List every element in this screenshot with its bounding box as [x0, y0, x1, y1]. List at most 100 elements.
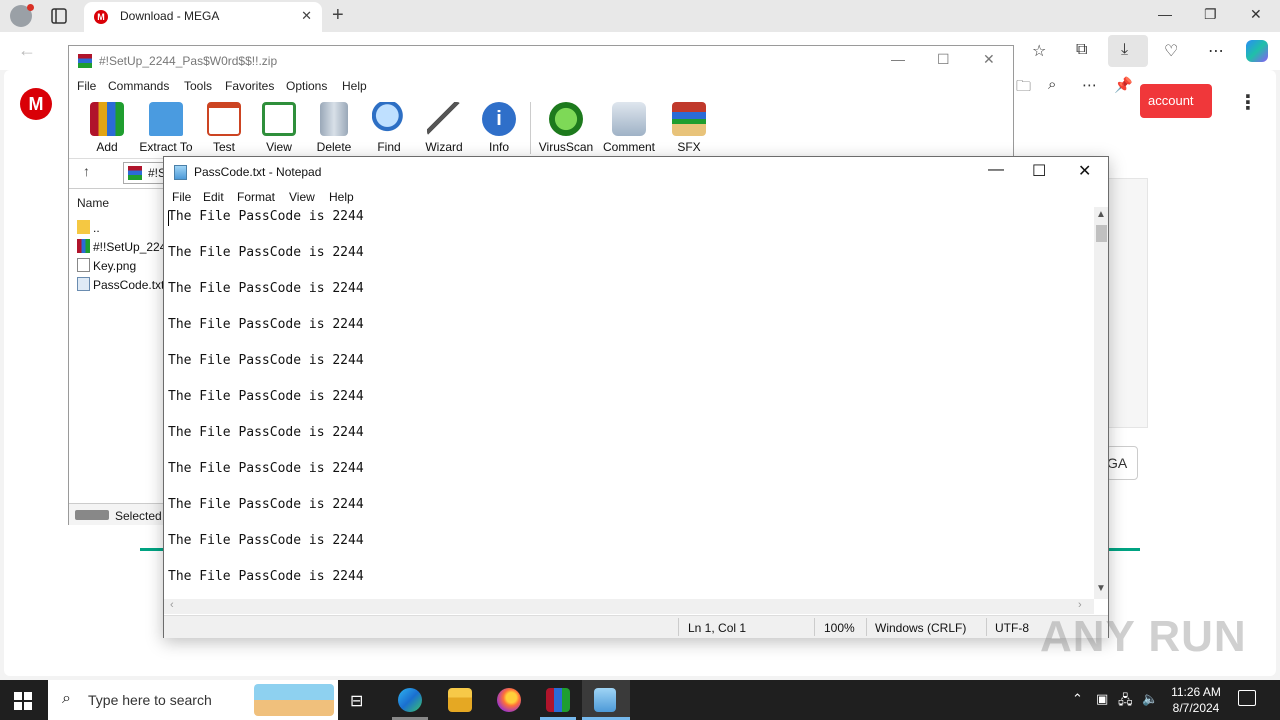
- kebab-menu-icon[interactable]: ⋮: [1238, 90, 1258, 115]
- virusscan-bug-icon: [549, 102, 583, 136]
- notepad-maximize-icon[interactable]: ☐: [1032, 161, 1046, 181]
- info-button[interactable]: i Info: [469, 102, 529, 154]
- windows-start-icon[interactable]: [14, 692, 32, 710]
- text-line: The File PassCode is 2244: [168, 497, 364, 512]
- tab-close-icon[interactable]: ✕: [301, 8, 312, 24]
- find-label: Find: [377, 140, 401, 154]
- meet-now-icon[interactable]: ▣: [1096, 691, 1108, 707]
- restore-icon[interactable]: ❐: [1204, 6, 1217, 23]
- favorites-star-icon[interactable]: ☆: [1032, 41, 1046, 61]
- view-book-icon: [262, 102, 296, 136]
- sfx-label: SFX: [677, 140, 701, 154]
- scroll-right-icon[interactable]: ›: [1078, 599, 1082, 611]
- taskbar-search-box[interactable]: ⌕ Type here to search: [48, 680, 338, 720]
- scroll-down-icon[interactable]: ▼: [1096, 583, 1106, 594]
- new-tab-button[interactable]: +: [332, 4, 344, 27]
- sfx-button[interactable]: SFX: [659, 102, 719, 154]
- list-item[interactable]: Key.png: [77, 258, 136, 273]
- pin-icon[interactable]: 📌: [1114, 76, 1133, 94]
- notification-icon[interactable]: [1238, 690, 1256, 706]
- folder-icon[interactable]: 🗀: [1016, 76, 1031, 101]
- search-icon: ⌕: [62, 690, 71, 707]
- delete-button[interactable]: Delete: [304, 102, 364, 154]
- line-endings: Windows (CRLF): [875, 621, 967, 635]
- folder-icon[interactable]: [448, 688, 472, 712]
- mega-button[interactable]: GA: [1106, 446, 1138, 480]
- winrar-menu-commands[interactable]: Commands: [108, 79, 169, 93]
- notepad-icon[interactable]: [594, 688, 616, 712]
- notepad-titlebar[interactable]: PassCode.txt - Notepad — ☐ ✕: [164, 157, 1108, 187]
- list-item[interactable]: PassCode.txt: [77, 277, 164, 292]
- view-button[interactable]: View: [249, 102, 309, 154]
- scroll-up-icon[interactable]: ▲: [1096, 209, 1106, 220]
- taskbar-clock[interactable]: 11:26 AM 8/7/2024: [1160, 684, 1232, 716]
- add-archive-icon: [90, 102, 124, 136]
- notepad-menu-view[interactable]: View: [289, 190, 315, 204]
- more-menu-icon[interactable]: ⋯: [1208, 41, 1224, 61]
- network-icon[interactable]: 🖧: [1118, 691, 1133, 713]
- mega-logo-icon[interactable]: M: [20, 88, 52, 120]
- file-name: PassCode.txt: [93, 278, 165, 292]
- edge-icon[interactable]: [398, 688, 422, 712]
- winrar-title: #!SetUp_2244_Pas$W0rd$$!!.zip: [99, 54, 278, 68]
- list-item[interactable]: #!!SetUp_2244: [77, 239, 173, 254]
- winrar-books-icon[interactable]: [546, 688, 570, 712]
- winrar-menu-options[interactable]: Options: [286, 79, 327, 93]
- winrar-titlebar[interactable]: #!SetUp_2244_Pas$W0rd$$!!.zip — ☐ ✕: [69, 46, 1013, 76]
- more-dots-icon[interactable]: ⋯: [1082, 76, 1097, 94]
- notepad-minimize-icon[interactable]: —: [988, 161, 1004, 179]
- notepad-menu-edit[interactable]: Edit: [203, 190, 224, 204]
- virusscan-label: VirusScan: [538, 140, 594, 154]
- collections-icon[interactable]: ⧉: [1076, 41, 1087, 59]
- browser-essentials-icon[interactable]: ♡: [1164, 41, 1178, 61]
- test-clipboard-icon: [207, 102, 241, 136]
- notepad-menu-help[interactable]: Help: [329, 190, 354, 204]
- winrar-maximize-icon[interactable]: ☐: [937, 51, 950, 68]
- notepad-menu-file[interactable]: File: [172, 190, 191, 204]
- task-view-icon[interactable]: ⊟: [350, 691, 363, 711]
- firefox-icon[interactable]: [497, 688, 521, 712]
- winrar-books-icon: [78, 54, 92, 68]
- comment-button[interactable]: Comment: [599, 102, 659, 154]
- vertical-scrollbar[interactable]: ▲ ▼: [1094, 207, 1108, 599]
- scroll-thumb[interactable]: [1096, 225, 1107, 242]
- create-account-button[interactable]: account: [1140, 84, 1212, 118]
- profile-avatar-icon[interactable]: [10, 4, 34, 27]
- notepad-text-area[interactable]: The File PassCode is 2244 The File PassC…: [164, 207, 1094, 599]
- browser-tab[interactable]: M Download - MEGA ✕: [84, 2, 322, 32]
- notepad-menu-format[interactable]: Format: [237, 190, 275, 204]
- file-name: #!!SetUp_2244: [93, 240, 174, 254]
- up-arrow-icon[interactable]: ↑: [83, 163, 90, 179]
- close-icon[interactable]: ✕: [1250, 6, 1262, 23]
- winrar-menu-tools[interactable]: Tools: [184, 79, 212, 93]
- extract-to-button[interactable]: Extract To: [136, 102, 196, 154]
- text-line: The File PassCode is 2244: [168, 245, 364, 260]
- scroll-left-icon[interactable]: ‹: [170, 599, 174, 611]
- horizontal-scrollbar[interactable]: ‹ ›: [164, 599, 1094, 614]
- test-button[interactable]: Test: [194, 102, 254, 154]
- download-icon[interactable]: ⤓: [1121, 41, 1128, 59]
- winrar-menu-help[interactable]: Help: [342, 79, 367, 93]
- tab-actions-icon[interactable]: [50, 7, 68, 25]
- wizard-button[interactable]: Wizard: [414, 102, 474, 154]
- list-item[interactable]: ..: [77, 220, 100, 235]
- notepad-close-icon[interactable]: ✕: [1078, 161, 1091, 181]
- virusscan-button[interactable]: VirusScan: [536, 102, 596, 154]
- add-button[interactable]: Add: [77, 102, 137, 154]
- volume-icon[interactable]: 🔈: [1142, 691, 1158, 707]
- minimize-icon[interactable]: —: [1158, 6, 1172, 22]
- find-button[interactable]: Find: [359, 102, 419, 154]
- winrar-menu-file[interactable]: File: [77, 79, 96, 93]
- column-header-name[interactable]: Name: [77, 196, 109, 210]
- chevron-up-icon[interactable]: ⌃: [1072, 691, 1083, 707]
- toolbar-separator: [530, 102, 531, 154]
- winrar-menu-favorites[interactable]: Favorites: [225, 79, 274, 93]
- search-icon[interactable]: ⌕: [1048, 76, 1056, 93]
- test-label: Test: [212, 140, 235, 154]
- back-icon[interactable]: ←: [18, 40, 36, 61]
- winrar-minimize-icon[interactable]: —: [891, 51, 905, 67]
- delete-label: Delete: [316, 140, 352, 154]
- text-line: The File PassCode is 2244: [168, 389, 364, 404]
- winrar-close-icon[interactable]: ✕: [983, 51, 995, 68]
- copilot-icon[interactable]: [1246, 40, 1268, 62]
